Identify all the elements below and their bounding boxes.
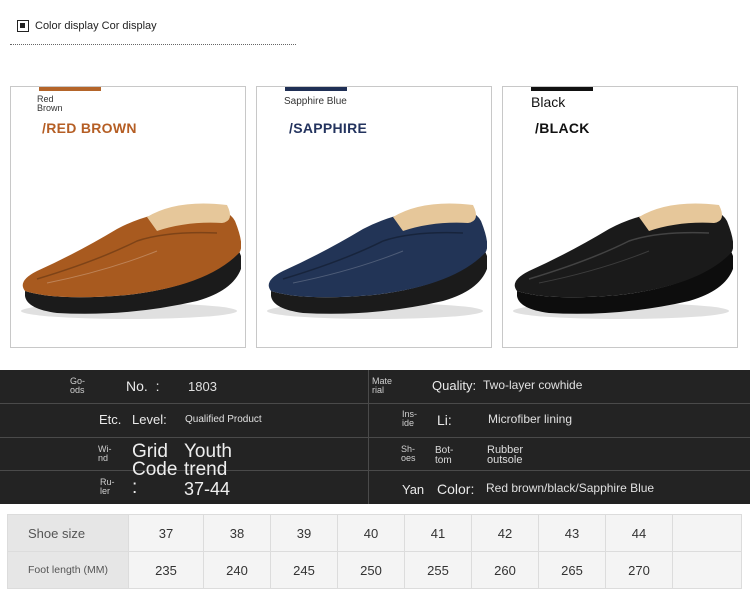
color-swatch <box>531 87 593 91</box>
color-swatch <box>39 87 101 91</box>
length-cell: 260 <box>471 551 539 589</box>
length-cell: 235 <box>128 551 204 589</box>
color-card-red-brown: Red Brown /RED BROWN <box>10 86 246 348</box>
color-name-label: /BLACK <box>535 120 590 136</box>
shoe-image-black <box>513 203 733 319</box>
size-cell: 41 <box>404 514 472 552</box>
shoe-image-sapphire <box>267 203 487 319</box>
size-cell: 42 <box>471 514 539 552</box>
level-label: Level: <box>132 412 167 427</box>
grid-code-label: Grid Code : <box>132 441 178 498</box>
goods-no-value: 1803 <box>188 379 217 394</box>
lining-label: Li: <box>437 412 452 428</box>
bottom-label: Bot- tom <box>435 445 454 466</box>
material-tiny-label: Mate rial <box>372 376 393 395</box>
level-value: Qualified Product <box>185 414 262 425</box>
size-cell: 39 <box>270 514 338 552</box>
length-cell: 270 <box>605 551 673 589</box>
color-value: Red brown/black/Sapphire Blue <box>486 481 655 495</box>
length-cell: 250 <box>337 551 405 589</box>
inside-tiny-label: Ins- ide <box>402 409 418 428</box>
ruler-value: 37-44 <box>184 479 231 499</box>
quality-value: Two-layer cowhide <box>483 378 583 392</box>
shoe-size-header: Shoe size <box>7 514 129 552</box>
bottom-value: Rubber outsole <box>487 444 524 466</box>
color-small-label: Black <box>531 94 566 110</box>
etc-label: Etc. <box>99 412 122 427</box>
foot-length-header: Foot length (MM) <box>7 551 129 589</box>
color-display-icon <box>17 20 29 32</box>
color-swatch <box>285 87 347 91</box>
empty-cell <box>672 514 742 552</box>
color-label: Color: <box>437 481 475 497</box>
quality-label: Quality: <box>432 378 477 393</box>
length-cell: 255 <box>404 551 472 589</box>
color-card-black: Black /BLACK <box>502 86 738 348</box>
length-cell: 265 <box>538 551 606 589</box>
color-name-label: /SAPPHIRE <box>289 120 368 136</box>
shoe-image-red-brown <box>21 203 241 319</box>
table-row: Foot length (MM) 235 240 245 250 255 260… <box>7 551 742 589</box>
color-name-label: /RED BROWN <box>42 120 137 136</box>
color-card-sapphire: Sapphire Blue /SAPPHIRE <box>256 86 492 348</box>
size-cell: 38 <box>203 514 271 552</box>
length-cell: 240 <box>203 551 271 589</box>
size-cell: 40 <box>337 514 405 552</box>
goods-tiny-label: Go- ods <box>70 376 86 395</box>
empty-cell <box>672 551 742 589</box>
wind-tiny-label: Wi- nd <box>98 444 112 463</box>
yan-label: Yan <box>402 482 425 497</box>
size-chart-table: Shoe size 37 38 39 40 41 42 43 44 Foot l… <box>7 514 742 589</box>
color-small-label: Red Brown <box>37 94 63 114</box>
size-cell: 44 <box>605 514 673 552</box>
grid-code-value: Youth trend <box>184 441 232 480</box>
section-title: Color display Cor display <box>35 20 157 32</box>
size-cell: 43 <box>538 514 606 552</box>
length-cell: 245 <box>270 551 338 589</box>
product-spec-panel: Go- ods No. : 1803 Mate rial Quality: Tw… <box>0 370 750 504</box>
color-small-label: Sapphire Blue <box>284 96 347 107</box>
lining-value: Microfiber lining <box>488 412 573 426</box>
size-cell: 37 <box>128 514 204 552</box>
ruler-tiny-label: Ru- ler <box>100 477 115 496</box>
table-row: Shoe size 37 38 39 40 41 42 43 44 <box>7 514 742 552</box>
section-divider <box>10 44 296 45</box>
shoes-tiny-label: Sh- oes <box>401 444 416 463</box>
goods-no-label: No. : <box>126 378 160 394</box>
